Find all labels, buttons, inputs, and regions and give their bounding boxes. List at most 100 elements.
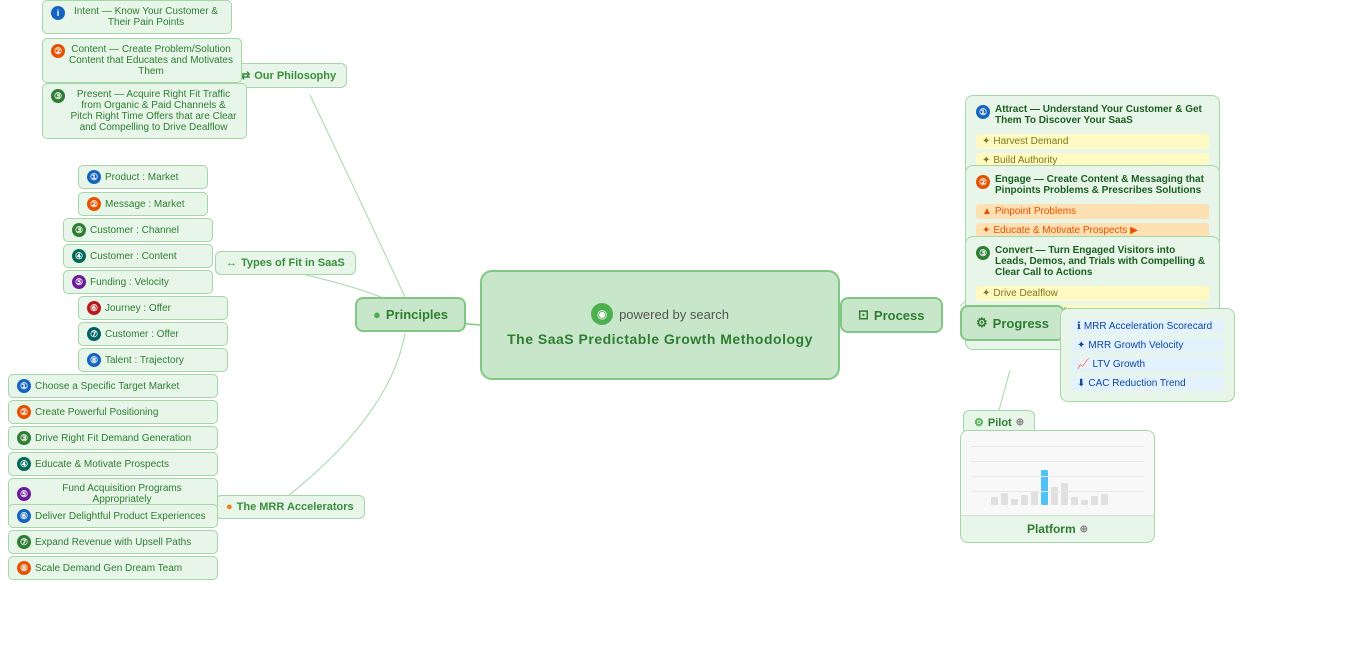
convert-tag-1: ✦ Drive Dealflow xyxy=(976,286,1209,301)
mrr-dot-8: ⑧ xyxy=(17,561,31,575)
fit-item-1: ① Product : Market xyxy=(78,165,208,189)
fit-item-6: ⑥ Journey : Offer xyxy=(78,296,228,320)
pilot-icon: ⚙ xyxy=(974,416,984,429)
mrr-item-3: ③ Drive Right Fit Demand Generation xyxy=(8,426,218,450)
platform-title: Platform ⊕ xyxy=(961,516,1154,542)
platform-box: Platform ⊕ xyxy=(960,430,1155,543)
mrr-text-5: Fund Acquisition Programs Appropriately xyxy=(35,483,209,505)
mrr-dot-6: ⑥ xyxy=(17,509,31,523)
mrr-dot-1: ① xyxy=(17,379,31,393)
fit-item-7: ⑦ Customer : Offer xyxy=(78,322,228,346)
logo-text: powered by search xyxy=(619,307,729,322)
mrr-dot-7: ⑦ xyxy=(17,535,31,549)
fit-dot-3: ③ xyxy=(72,223,86,237)
fit-text-7: Customer : Offer xyxy=(105,329,179,340)
logo-icon: ◉ xyxy=(591,303,613,325)
progress-panel: ℹ MRR Acceleration Scorecard ✦ MRR Growt… xyxy=(1060,308,1235,402)
engage-title: Engage — Create Content & Messaging that… xyxy=(995,174,1209,196)
progress-icon: ⚙ xyxy=(976,315,988,331)
mrr-dot-3: ③ xyxy=(17,431,31,445)
mrr-text-6: Deliver Delightful Product Experiences xyxy=(35,511,206,522)
mrr-text-3: Drive Right Fit Demand Generation xyxy=(35,433,191,444)
fit-text-5: Funding : Velocity xyxy=(90,277,169,288)
mrr-text-1: Choose a Specific Target Market xyxy=(35,381,179,392)
process-icon: ⊡ xyxy=(858,307,869,323)
mrr-item-4: ④ Educate & Motivate Prospects xyxy=(8,452,218,476)
fit-text-1: Product : Market xyxy=(105,172,178,183)
center-node: ◉ powered by search The SaaS Predictable… xyxy=(480,270,840,380)
main-title: The SaaS Predictable Growth Methodology xyxy=(507,331,813,347)
mrr-item-2: ② Create Powerful Positioning xyxy=(8,400,218,424)
mrr-item-8: ⑧ Scale Demand Gen Dream Team xyxy=(8,556,218,580)
platform-preview xyxy=(961,431,1154,516)
engage-tag-1: ▲ Pinpoint Problems xyxy=(976,204,1209,219)
mrr-box[interactable]: ● The MRR Accelerators xyxy=(215,495,365,519)
mrr-dot-2: ② xyxy=(17,405,31,419)
fit-dot-7: ⑦ xyxy=(87,327,101,341)
mrr-item-7: ⑦ Expand Revenue with Upsell Paths xyxy=(8,530,218,554)
fit-dot-5: ⑤ xyxy=(72,275,86,289)
progress-tag-4: ⬇ CAC Reduction Trend xyxy=(1071,376,1224,391)
mrr-text-2: Create Powerful Positioning xyxy=(35,407,158,418)
fit-dot-2: ② xyxy=(87,197,101,211)
process-label: Process xyxy=(874,308,925,323)
attract-tag-1: ✦ Harvest Demand xyxy=(976,134,1209,149)
mrr-label: The MRR Accelerators xyxy=(237,501,354,513)
fit-item-2: ② Message : Market xyxy=(78,192,208,216)
progress-label: Progress xyxy=(993,316,1049,331)
fit-dot-6: ⑥ xyxy=(87,301,101,315)
phil-text-3: Present — Acquire Right Fit Traffic from… xyxy=(69,89,238,133)
phil-item-1: i Intent — Know Your Customer & Their Pa… xyxy=(42,0,232,34)
philosophy-icon: ⇄ xyxy=(241,69,250,82)
pilot-label: Pilot xyxy=(988,417,1012,429)
pilot-expand-icon[interactable]: ⊕ xyxy=(1016,417,1024,428)
mrr-text-7: Expand Revenue with Upsell Paths xyxy=(35,537,191,548)
fit-item-3: ③ Customer : Channel xyxy=(63,218,213,242)
principles-label: Principles xyxy=(386,307,448,322)
fit-text-2: Message : Market xyxy=(105,199,184,210)
fit-item-8: ⑧ Talent : Trajectory xyxy=(78,348,228,372)
fit-dot-8: ⑧ xyxy=(87,353,101,367)
fit-dot-1: ① xyxy=(87,170,101,184)
phil-num-3: ③ xyxy=(51,89,65,103)
mrr-text-8: Scale Demand Gen Dream Team xyxy=(35,563,182,574)
mrr-icon: ● xyxy=(226,501,233,513)
engage-num: ② xyxy=(976,175,990,189)
platform-label: Platform xyxy=(1027,522,1076,536)
attract-title: Attract — Understand Your Customer & Get… xyxy=(995,104,1209,126)
progress-tag-3: 📈 LTV Growth xyxy=(1071,357,1224,372)
mrr-dot-4: ④ xyxy=(17,457,31,471)
fit-item-5: ⑤ Funding : Velocity xyxy=(63,270,213,294)
progress-tag-2: ✦ MRR Growth Velocity xyxy=(1071,338,1224,353)
principles-box[interactable]: ● Principles xyxy=(355,297,466,332)
phil-text-2: Content — Create Problem/Solution Conten… xyxy=(69,44,233,77)
mrr-text-4: Educate & Motivate Prospects xyxy=(35,459,169,470)
fit-icon: ↔ xyxy=(226,257,237,269)
mrr-item-6: ⑥ Deliver Delightful Product Experiences xyxy=(8,504,218,528)
phil-num-2: ② xyxy=(51,44,65,58)
fit-label: Types of Fit in SaaS xyxy=(241,257,345,269)
fit-text-8: Talent : Trajectory xyxy=(105,355,184,366)
fit-text-6: Journey : Offer xyxy=(105,303,171,314)
progress-box[interactable]: ⚙ Progress xyxy=(960,305,1065,341)
fit-dot-4: ④ xyxy=(72,249,86,263)
fit-text-3: Customer : Channel xyxy=(90,225,179,236)
philosophy-label: Our Philosophy xyxy=(254,70,336,82)
logo: ◉ powered by search xyxy=(591,303,729,325)
fit-item-4: ④ Customer : Content xyxy=(63,244,213,268)
phil-item-2: ② Content — Create Problem/Solution Cont… xyxy=(42,38,242,83)
attract-num: ① xyxy=(976,105,990,119)
phil-text-1: Intent — Know Your Customer & Their Pain… xyxy=(69,6,223,28)
fit-text-4: Customer : Content xyxy=(90,251,177,262)
philosophy-box[interactable]: ⇄ Our Philosophy xyxy=(230,63,347,88)
fit-box[interactable]: ↔ Types of Fit in SaaS xyxy=(215,251,356,275)
mrr-item-1: ① Choose a Specific Target Market xyxy=(8,374,218,398)
progress-tag-1: ℹ MRR Acceleration Scorecard xyxy=(1071,319,1224,334)
convert-num: ③ xyxy=(976,246,990,260)
convert-title: Convert — Turn Engaged Visitors into Lea… xyxy=(995,245,1209,278)
platform-expand-icon[interactable]: ⊕ xyxy=(1080,524,1088,535)
mind-map: ◉ powered by search The SaaS Predictable… xyxy=(0,0,1350,662)
process-box[interactable]: ⊡ Process xyxy=(840,297,943,333)
principles-dot: ● xyxy=(373,307,381,322)
phil-item-3: ③ Present — Acquire Right Fit Traffic fr… xyxy=(42,83,247,139)
